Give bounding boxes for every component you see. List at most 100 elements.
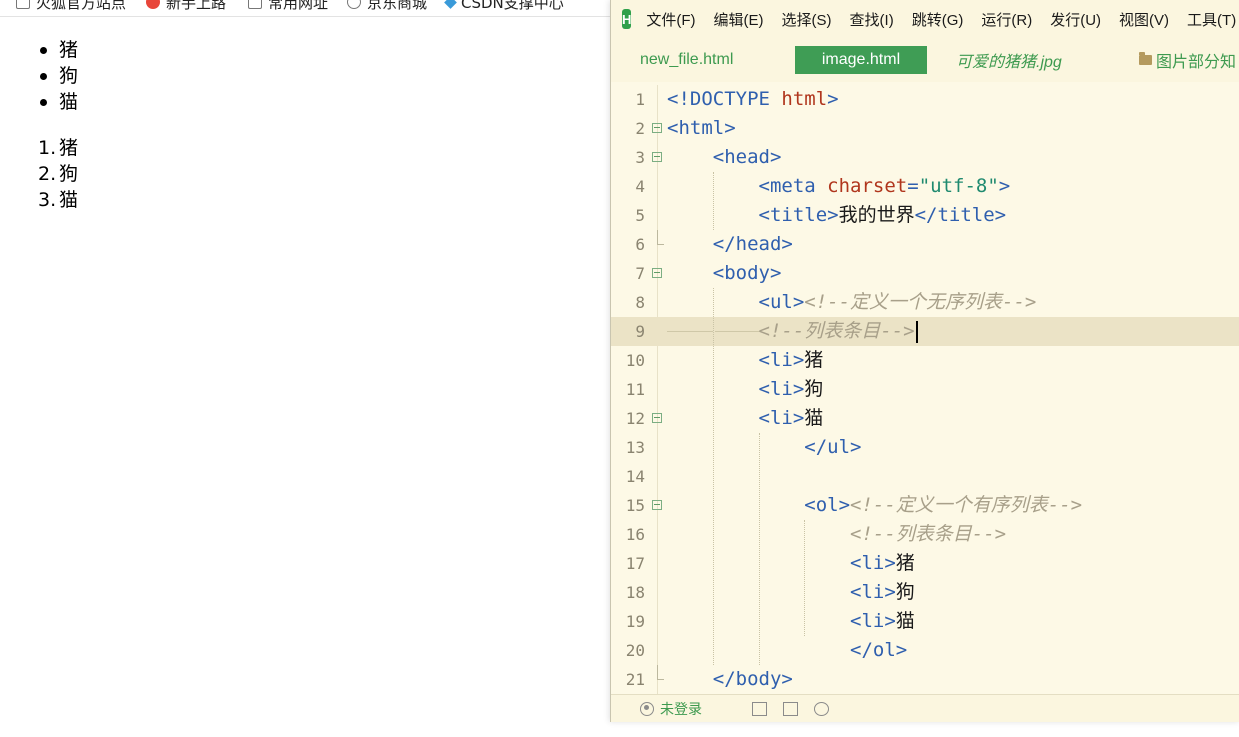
line-number: 11 <box>625 380 645 399</box>
globe-icon[interactable] <box>814 702 829 716</box>
code-line[interactable]: 8 <ul><!--定义一个无序列表--> <box>611 288 1239 317</box>
list-item: 狗 <box>38 63 78 89</box>
indent-guide <box>804 520 805 636</box>
fold-toggle-icon[interactable] <box>652 268 662 278</box>
code-text: <li>猫 <box>667 607 915 636</box>
list-item: 2. 狗 <box>38 161 78 187</box>
code-token: 猪 <box>895 552 915 574</box>
code-line[interactable]: 20 </ol> <box>611 636 1239 665</box>
code-line[interactable]: 4 <meta charset="utf-8"> <box>611 172 1239 201</box>
terminal-icon[interactable] <box>783 702 798 716</box>
code-text: <!--列表条目--> <box>667 317 918 346</box>
code-text: <li>猪 <box>667 346 824 375</box>
code-token: <li> <box>667 581 896 603</box>
menu-file[interactable]: 文件(F) <box>646 9 695 30</box>
menu-goto[interactable]: 跳转(G) <box>912 9 964 30</box>
code-token: html <box>781 88 828 110</box>
code-line[interactable]: 5 <title>我的世界</title> <box>611 201 1239 230</box>
code-token: </title> <box>914 204 1007 226</box>
code-token: <meta <box>667 175 828 197</box>
code-line[interactable]: 18 <li>狗 <box>611 578 1239 607</box>
csdn-icon <box>444 0 457 9</box>
list-text: 猫 <box>59 189 79 211</box>
code-text: <li>狗 <box>667 375 824 404</box>
line-number: 13 <box>625 438 645 457</box>
code-token: <ul> <box>667 291 805 313</box>
line-number: 16 <box>625 525 645 544</box>
code-line[interactable]: 21 </body> <box>611 665 1239 694</box>
line-number: 12 <box>625 409 645 428</box>
code-line[interactable]: 3 <head> <box>611 143 1239 172</box>
menu-select[interactable]: 选择(S) <box>782 9 832 30</box>
list-item: 猫 <box>38 89 78 115</box>
code-line[interactable]: 15 <ol><!--定义一个有序列表--> <box>611 491 1239 520</box>
line-number: 17 <box>625 554 645 573</box>
fold-end-marker <box>657 665 664 680</box>
code-token: <!--列表条目--> <box>758 320 915 342</box>
indent-guide <box>713 172 714 230</box>
bookmark-label: 常用网址 <box>268 0 329 12</box>
list-item: 1. 猪 <box>38 135 78 161</box>
code-line[interactable]: 10 <li>猪 <box>611 346 1239 375</box>
code-line[interactable]: 6 </head> <box>611 230 1239 259</box>
ordered-list: 1. 猪 2. 狗 3. 猫 <box>38 135 78 213</box>
code-text: </head> <box>667 230 793 259</box>
code-token: </body> <box>667 668 793 690</box>
fold-toggle-icon[interactable] <box>652 152 662 162</box>
bookmark-jd[interactable]: 京东商城 <box>347 0 427 12</box>
tab-pig-image[interactable]: 可爱的猪猪.jpg <box>956 46 1062 74</box>
code-line[interactable]: 16 <!--列表条目--> <box>611 520 1239 549</box>
fold-toggle-icon[interactable] <box>652 413 662 423</box>
code-area[interactable]: 1 <!DOCTYPE html> 2 <html> 3 <head> 4 <meta c… <box>611 85 1239 694</box>
menu-view[interactable]: 视图(V) <box>1119 9 1169 30</box>
code-line[interactable]: 7 <body> <box>611 259 1239 288</box>
tab-new-file[interactable]: new_file.html <box>640 46 733 74</box>
list-text: 猪 <box>59 137 79 159</box>
code-token: </ul> <box>667 436 862 458</box>
tab-folder[interactable]: 图片部分知 <box>1139 46 1236 74</box>
bookmark-firefox-official[interactable]: 火狐官方站点 <box>16 0 126 12</box>
code-token: </head> <box>667 233 793 255</box>
unordered-list: 猪 狗 猫 <box>38 37 78 115</box>
bookmark-common-sites[interactable]: 常用网址 <box>248 0 328 12</box>
code-line[interactable]: 1 <!DOCTYPE html> <box>611 85 1239 114</box>
code-line[interactable]: 17 <li>猪 <box>611 549 1239 578</box>
fold-toggle-icon[interactable] <box>652 500 662 510</box>
code-text: </ol> <box>667 636 907 665</box>
menu-find[interactable]: 查找(I) <box>850 9 894 30</box>
user-icon[interactable] <box>640 702 654 716</box>
menu-bar: H 文件(F) 编辑(E) 选择(S) 查找(I) 跳转(G) 运行(R) 发行… <box>611 0 1239 38</box>
list-icon[interactable] <box>752 702 767 716</box>
menu-edit[interactable]: 编辑(E) <box>714 9 764 30</box>
menu-run[interactable]: 运行(R) <box>981 9 1032 30</box>
code-line[interactable]: 2 <html> <box>611 114 1239 143</box>
text-cursor <box>915 320 918 343</box>
line-number: 3 <box>635 148 645 167</box>
bookmark-label: 火狐官方站点 <box>36 0 127 12</box>
login-status[interactable]: 未登录 <box>660 699 702 719</box>
tab-image-active[interactable]: image.html <box>795 46 927 74</box>
code-token: <title> <box>667 204 839 226</box>
fold-toggle-icon[interactable] <box>652 123 662 133</box>
bookmark-csdn[interactable]: CSDN支撑中心 <box>444 0 564 12</box>
menu-tools[interactable]: 工具(T) <box>1187 9 1236 30</box>
code-line[interactable]: 19 <li>猫 <box>611 607 1239 636</box>
code-token: 猫 <box>895 610 915 632</box>
code-token: <li> <box>667 552 896 574</box>
code-token: charset <box>827 175 908 197</box>
line-number: 6 <box>635 235 645 254</box>
code-line[interactable]: 13 </ul> <box>611 433 1239 462</box>
folder-icon <box>1139 52 1152 65</box>
code-token: <html> <box>667 117 736 139</box>
bookmark-getting-started[interactable]: 新手上路 <box>146 0 226 12</box>
code-line[interactable]: 9 <!--列表条目--> <box>611 317 1239 346</box>
code-line[interactable]: 14 <box>611 462 1239 491</box>
code-line[interactable]: 11 <li>狗 <box>611 375 1239 404</box>
code-line[interactable]: 12 <li>猫 <box>611 404 1239 433</box>
menu-publish[interactable]: 发行(U) <box>1050 9 1101 30</box>
line-number: 4 <box>635 177 645 196</box>
fold-end-marker <box>657 230 664 245</box>
code-text: <meta charset="utf-8"> <box>667 172 1011 201</box>
line-number: 21 <box>625 670 645 689</box>
code-token: </ol> <box>667 639 908 661</box>
